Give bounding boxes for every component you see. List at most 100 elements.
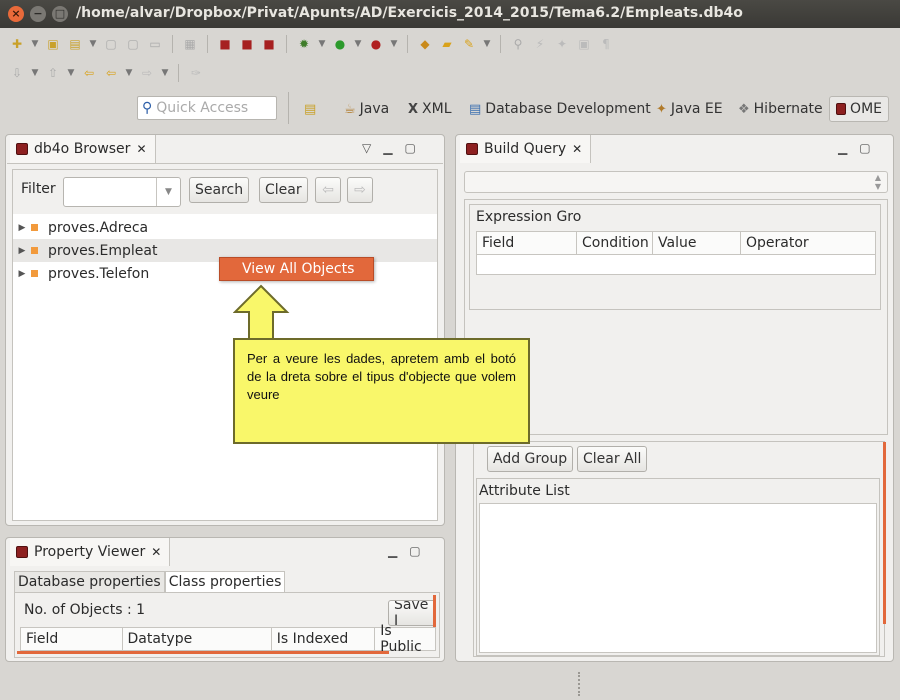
pin-icon[interactable]: ⚲ xyxy=(509,35,527,53)
run-external-icon[interactable]: ● xyxy=(367,35,385,53)
chevron-down-icon[interactable]: ▼ xyxy=(160,64,170,82)
open-folder-icon[interactable]: ▰ xyxy=(438,35,456,53)
back-icon[interactable]: ⇦ xyxy=(102,64,120,82)
expand-arrow-icon[interactable]: ▶ xyxy=(13,246,31,256)
minimize-icon[interactable]: ▁ xyxy=(838,141,847,155)
run-icon[interactable]: ● xyxy=(331,35,349,53)
filter-label: Filter xyxy=(21,181,56,197)
perspective-xml[interactable]: X XML xyxy=(408,96,452,122)
chevron-down-icon[interactable]: ▼ xyxy=(30,35,40,53)
save-all-icon[interactable]: ▢ xyxy=(124,35,142,53)
maximize-icon[interactable]: ▢ xyxy=(409,544,420,558)
tab-db4o-browser[interactable]: db4o Browser ✕ xyxy=(10,135,156,163)
chevron-down-icon[interactable]: ▼ xyxy=(389,35,399,53)
column-datatype[interactable]: Datatype xyxy=(123,628,272,650)
status-bar-grip[interactable] xyxy=(578,672,580,696)
column-field[interactable]: Field xyxy=(21,628,123,650)
filter-combo[interactable]: ▼ xyxy=(63,177,181,207)
open-perspective-button[interactable]: ▤ xyxy=(304,96,316,122)
property-table-header: Field Datatype Is Indexed Is Public xyxy=(20,623,436,655)
save-icon[interactable]: ▢ xyxy=(102,35,120,53)
expand-arrow-icon[interactable]: ▶ xyxy=(13,269,31,279)
navigation-toolbar: ⇩ ▼ ⇧ ▼ ⇦ ⇦ ▼ ⇨ ▼ ✑ xyxy=(0,58,205,88)
new-package-icon[interactable]: ▣ xyxy=(44,35,62,53)
mark-icon[interactable]: ✦ xyxy=(553,35,571,53)
print-icon[interactable]: ▭ xyxy=(146,35,164,53)
chevron-down-icon[interactable]: ▼ xyxy=(317,35,327,53)
back-button[interactable]: ⇦ xyxy=(315,177,341,203)
tab-class-properties[interactable]: Class properties xyxy=(164,571,286,593)
close-window-button[interactable]: × xyxy=(8,6,24,22)
panel-tools: ▁ ▢ xyxy=(388,544,421,558)
perspective-ome[interactable]: OME xyxy=(829,96,889,122)
db-query-icon[interactable]: ■ xyxy=(238,35,256,53)
column-condition[interactable]: Condition xyxy=(577,232,653,254)
vertical-scroll-indicator[interactable] xyxy=(883,442,886,624)
view-menu-icon[interactable]: ▽ xyxy=(362,141,371,155)
paragraph-icon[interactable]: ¶ xyxy=(597,35,615,53)
perspective-java-ee[interactable]: ✦ Java EE xyxy=(656,96,723,122)
last-edit-icon[interactable]: ⇦ xyxy=(80,64,98,82)
filter-bar: Filter ▼ Search Clear ⇦ ⇨ xyxy=(13,170,437,214)
column-value[interactable]: Value xyxy=(653,232,741,254)
pin-editor-icon[interactable]: ✑ xyxy=(187,64,205,82)
chevron-down-icon[interactable]: ▼ xyxy=(353,35,363,53)
next-annotation-icon[interactable]: ⇩ xyxy=(8,64,26,82)
attribute-list[interactable] xyxy=(479,503,877,653)
close-icon[interactable]: ✕ xyxy=(136,142,146,156)
forward-button[interactable]: ⇨ xyxy=(347,177,373,203)
chevron-down-icon[interactable]: ▼ xyxy=(156,178,180,206)
query-type-combo[interactable]: ▲ ▼ xyxy=(464,171,888,193)
column-is-indexed[interactable]: Is Indexed xyxy=(272,628,376,650)
close-icon[interactable]: ✕ xyxy=(151,545,161,559)
context-menu-view-all-objects[interactable]: View All Objects xyxy=(219,257,374,281)
close-icon[interactable]: ✕ xyxy=(572,142,582,156)
open-type-icon[interactable]: ◆ xyxy=(416,35,434,53)
tab-build-query[interactable]: Build Query ✕ xyxy=(460,135,592,163)
chevron-down-icon[interactable]: ▼ xyxy=(482,35,492,53)
tab-property-viewer[interactable]: Property Viewer ✕ xyxy=(10,538,171,566)
minimize-window-button[interactable]: − xyxy=(30,6,46,22)
debug-icon[interactable]: ✹ xyxy=(295,35,313,53)
chevron-down-icon[interactable]: ▼ xyxy=(30,64,40,82)
query-actions-area: Add Group Clear All Attribute List xyxy=(473,441,886,657)
perspective-hibernate[interactable]: ❖ Hibernate xyxy=(738,96,823,122)
horizontal-scroll-indicator[interactable] xyxy=(17,651,389,654)
chevron-down-icon[interactable]: ▼ xyxy=(124,64,134,82)
clear-all-button[interactable]: Clear All xyxy=(577,446,648,472)
expression-table-row[interactable] xyxy=(476,255,876,275)
block-icon[interactable]: ▣ xyxy=(575,35,593,53)
perspective-database-development[interactable]: ▤ Database Development xyxy=(469,96,651,122)
column-field[interactable]: Field xyxy=(477,232,577,254)
prev-annotation-icon[interactable]: ⇧ xyxy=(44,64,62,82)
quick-access-input[interactable]: ⚲ Quick Access xyxy=(137,96,277,120)
new-icon[interactable]: ✚ xyxy=(8,35,26,53)
db-connect-icon[interactable]: ■ xyxy=(216,35,234,53)
number-of-objects: No. of Objects : 1 xyxy=(24,602,146,618)
search-button[interactable]: Search xyxy=(189,177,250,203)
maximize-icon[interactable]: ▢ xyxy=(404,141,415,155)
xml-icon: X xyxy=(408,101,419,117)
chevron-down-icon[interactable]: ▼ xyxy=(88,35,98,53)
minimize-icon[interactable]: ▁ xyxy=(383,141,392,155)
column-operator[interactable]: Operator xyxy=(741,232,875,254)
toggle-icon[interactable]: ⚡ xyxy=(531,35,549,53)
tab-database-properties[interactable]: Database properties xyxy=(14,571,165,593)
maximize-window-button[interactable]: □ xyxy=(52,6,68,22)
new-class-icon[interactable]: ▤ xyxy=(66,35,84,53)
pencil-icon[interactable]: ✎ xyxy=(460,35,478,53)
expand-arrow-icon[interactable]: ▶ xyxy=(13,223,31,233)
layout-icon[interactable]: ▦ xyxy=(181,35,199,53)
clear-button[interactable]: Clear xyxy=(259,177,308,203)
ome-icon xyxy=(836,103,847,115)
class-tree-item[interactable]: ▶ proves.Adreca xyxy=(13,216,443,239)
chevron-down-icon[interactable]: ▼ xyxy=(66,64,76,82)
spinner-icon[interactable]: ▲ ▼ xyxy=(875,173,881,191)
db-close-icon[interactable]: ■ xyxy=(260,35,278,53)
perspective-java[interactable]: ☕ Java xyxy=(344,96,389,122)
minimize-icon[interactable]: ▁ xyxy=(388,544,397,558)
column-is-public[interactable]: Is Public xyxy=(375,623,435,655)
forward-icon[interactable]: ⇨ xyxy=(138,64,156,82)
maximize-icon[interactable]: ▢ xyxy=(859,141,870,155)
add-group-button[interactable]: Add Group xyxy=(487,446,574,472)
